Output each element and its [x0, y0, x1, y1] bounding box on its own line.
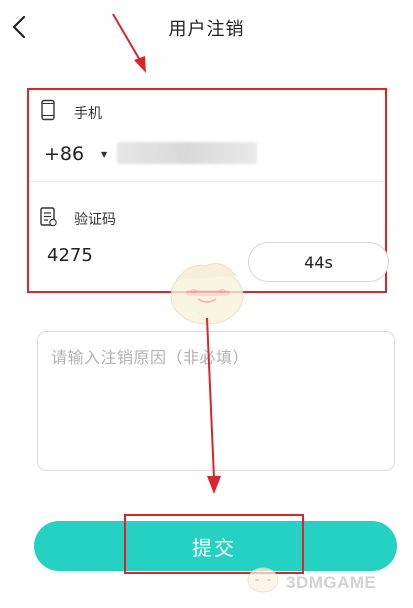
- document-icon: [38, 206, 58, 228]
- arrow-head-icon: [207, 476, 221, 494]
- arrow-head-icon: [134, 56, 146, 73]
- caret-down-icon[interactable]: ▼: [101, 150, 107, 159]
- countdown-text: 44s: [304, 252, 333, 272]
- resend-countdown-button[interactable]: 44s: [248, 242, 389, 282]
- phone-number-field[interactable]: [117, 142, 257, 164]
- row-divider: [29, 181, 385, 182]
- phone-label: 手机: [74, 106, 102, 122]
- cancel-reason-textarea[interactable]: 请输入注销原因（非必填）: [37, 331, 395, 471]
- submit-label: 提交: [192, 536, 236, 560]
- country-code-selector[interactable]: +86: [44, 143, 84, 165]
- reason-placeholder: 请输入注销原因（非必填）: [51, 348, 250, 367]
- verification-code-input[interactable]: 4275: [47, 245, 93, 266]
- phone-icon: [38, 99, 58, 121]
- watermark-logo: 3DMGAME: [286, 573, 377, 592]
- page-title: 用户注销: [168, 19, 245, 40]
- code-label: 验证码: [74, 212, 116, 228]
